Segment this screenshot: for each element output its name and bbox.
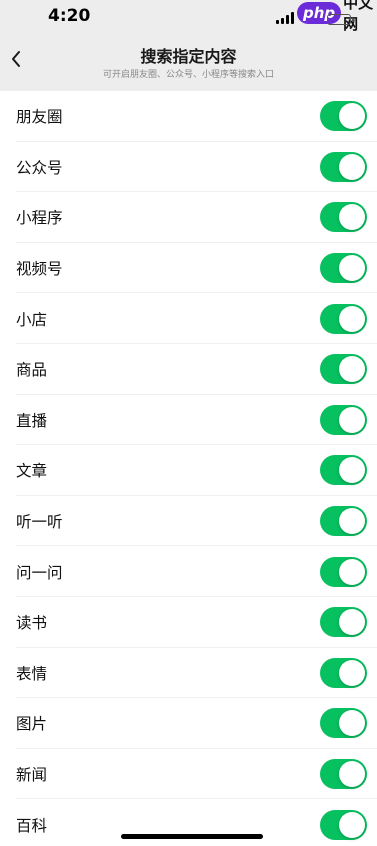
toggle-switch[interactable] bbox=[320, 607, 367, 638]
settings-row: 读书 bbox=[0, 597, 377, 648]
settings-row: 图片 bbox=[0, 698, 377, 749]
toggle-knob bbox=[339, 305, 365, 332]
settings-row-label: 小店 bbox=[16, 310, 48, 329]
settings-row-label: 问一问 bbox=[16, 563, 63, 582]
toggle-knob bbox=[339, 406, 365, 433]
toggle-knob bbox=[339, 153, 365, 180]
settings-row-label: 听一听 bbox=[16, 513, 63, 532]
settings-row: 小店 bbox=[0, 293, 377, 344]
toggle-switch[interactable] bbox=[320, 101, 367, 132]
settings-row: 公众号 bbox=[0, 142, 377, 193]
settings-row: 直播 bbox=[0, 395, 377, 446]
toggle-knob bbox=[339, 255, 365, 282]
toggle-knob bbox=[339, 356, 365, 383]
toggle-knob bbox=[339, 761, 365, 788]
status-time: 4:20 bbox=[48, 6, 91, 26]
settings-row-label: 文章 bbox=[16, 462, 48, 481]
toggle-knob bbox=[339, 710, 365, 737]
settings-row-label: 百科 bbox=[16, 816, 48, 835]
toggle-switch[interactable] bbox=[320, 759, 367, 790]
toggle-knob bbox=[339, 609, 365, 636]
settings-row: 小程序 bbox=[0, 192, 377, 243]
toggle-knob bbox=[339, 204, 365, 231]
toggle-knob bbox=[339, 508, 365, 535]
settings-row: 朋友圈 bbox=[0, 91, 377, 142]
page-title: 搜索指定内容 bbox=[140, 47, 237, 66]
settings-row-label: 读书 bbox=[16, 614, 48, 633]
settings-row: 商品 bbox=[0, 344, 377, 395]
settings-row-label: 公众号 bbox=[16, 158, 63, 177]
signal-icon bbox=[276, 12, 294, 24]
settings-row: 问一问 bbox=[0, 546, 377, 597]
settings-row-label: 新闻 bbox=[16, 766, 48, 785]
toggle-switch[interactable] bbox=[320, 455, 367, 486]
toggle-knob bbox=[339, 457, 365, 484]
toggle-switch[interactable] bbox=[320, 303, 367, 334]
settings-list: 朋友圈公众号小程序视频号小店商品直播文章听一听问一问读书表情图片新闻百科 bbox=[0, 91, 377, 846]
toggle-switch[interactable] bbox=[320, 556, 367, 587]
toggle-knob bbox=[339, 558, 365, 585]
toggle-knob bbox=[339, 103, 365, 130]
settings-row: 听一听 bbox=[0, 496, 377, 547]
toggle-switch[interactable] bbox=[320, 151, 367, 182]
settings-row-label: 朋友圈 bbox=[16, 108, 63, 127]
toggle-switch[interactable] bbox=[320, 657, 367, 688]
toggle-switch[interactable] bbox=[320, 253, 367, 284]
toggle-switch[interactable] bbox=[320, 506, 367, 537]
settings-row: 新闻 bbox=[0, 749, 377, 800]
toggle-knob bbox=[339, 659, 365, 686]
settings-row: 视频号 bbox=[0, 243, 377, 294]
toggle-switch[interactable] bbox=[320, 404, 367, 435]
toggle-switch[interactable] bbox=[320, 708, 367, 739]
toggle-switch[interactable] bbox=[320, 354, 367, 385]
settings-row: 表情 bbox=[0, 648, 377, 699]
settings-row-label: 表情 bbox=[16, 664, 48, 683]
home-indicator bbox=[121, 834, 263, 839]
toggle-switch[interactable] bbox=[320, 809, 367, 840]
toggle-switch[interactable] bbox=[320, 202, 367, 233]
settings-row-label: 图片 bbox=[16, 715, 48, 734]
settings-row: 文章 bbox=[0, 445, 377, 496]
status-bar: 4:20 php 中文网 bbox=[0, 0, 377, 36]
settings-row-label: 商品 bbox=[16, 361, 48, 380]
settings-row-label: 视频号 bbox=[16, 260, 63, 279]
battery-icon bbox=[327, 14, 354, 25]
settings-row-label: 直播 bbox=[16, 411, 48, 430]
navigation-bar: 搜索指定内容 可开启朋友圈、公众号、小程序等搜索入口 bbox=[0, 36, 377, 91]
page-subtitle: 可开启朋友圈、公众号、小程序等搜索入口 bbox=[102, 70, 274, 80]
toggle-knob bbox=[339, 811, 365, 838]
settings-row-label: 小程序 bbox=[16, 209, 63, 228]
